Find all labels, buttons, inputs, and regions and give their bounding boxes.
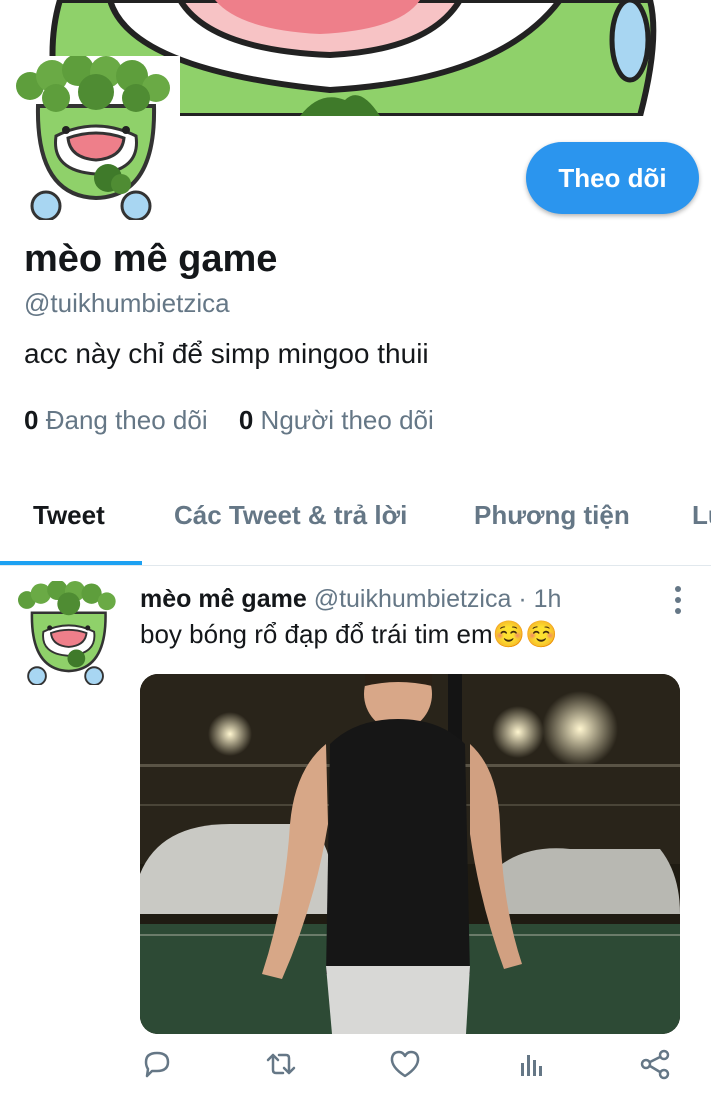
tweet-author-meta: @tuikhumbietzica · 1h	[313, 585, 562, 613]
profile-display-name: mèo mê game	[24, 238, 278, 280]
tweet[interactable]: mèo mê game @tuikhumbietzica · 1h boy bó…	[0, 567, 711, 1099]
profile-bio: acc này chỉ để simp mingoo thuii	[24, 338, 429, 369]
retweet-icon[interactable]	[264, 1047, 298, 1081]
analytics-icon[interactable]	[514, 1047, 548, 1081]
heart-icon[interactable]	[388, 1047, 422, 1081]
share-icon[interactable]	[638, 1047, 672, 1081]
tweet-header: mèo mê game @tuikhumbietzica · 1h	[140, 585, 561, 614]
tweet-actions	[140, 1047, 700, 1091]
tweet-author-name[interactable]: mèo mê game	[140, 585, 307, 613]
follow-button[interactable]: Theo dõi	[526, 142, 699, 214]
following-stat[interactable]: 0 Đang theo dõi	[24, 405, 208, 436]
more-vertical-icon[interactable]	[666, 583, 690, 617]
tweet-avatar[interactable]	[18, 579, 122, 686]
tweet-text: boy bóng rổ đạp đổ trái tim em☺️☺️	[140, 619, 558, 649]
followers-count: 0	[238, 405, 254, 435]
profile-tabs: Tweet Các Tweet & trả lời Phương tiện Lư…	[0, 470, 711, 566]
active-tab-indicator	[0, 561, 142, 565]
following-count: 0	[24, 405, 39, 435]
profile-handle: @tuikhumbietzica	[24, 288, 230, 318]
following-label: Đang theo dõi	[45, 405, 208, 435]
profile-avatar[interactable]	[16, 56, 180, 220]
reply-icon[interactable]	[140, 1047, 174, 1081]
tweet-photo[interactable]	[140, 674, 680, 1034]
followers-stat[interactable]: 0 Người theo dõi	[239, 405, 434, 436]
tab-tweets[interactable]: Tweet	[33, 500, 105, 531]
tab-tweets-and-replies[interactable]: Các Tweet & trả lời	[174, 500, 407, 531]
followers-label: Người theo dõi	[260, 405, 434, 435]
profile-stats: 0 Đang theo dõi 0 Người theo dõi	[24, 405, 434, 436]
tab-likes[interactable]: Lượt thích	[692, 500, 711, 531]
tab-media[interactable]: Phương tiện	[474, 500, 630, 531]
